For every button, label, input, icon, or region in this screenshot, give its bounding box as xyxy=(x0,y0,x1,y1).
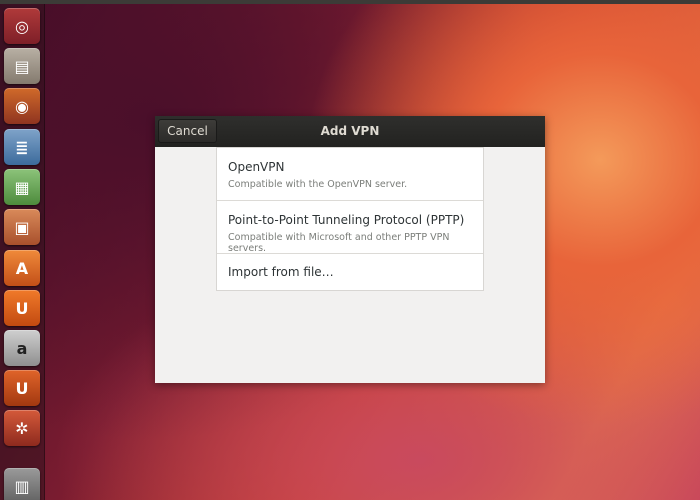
ubuntu-one-icon[interactable]: U xyxy=(4,290,40,326)
libreoffice-impress-icon[interactable]: ▣ xyxy=(4,209,40,245)
vpn-type-list: OpenVPN Compatible with the OpenVPN serv… xyxy=(216,147,484,291)
system-settings-icon[interactable]: ✲ xyxy=(4,410,40,446)
vpn-option-import-file[interactable]: Import from file… xyxy=(217,254,483,290)
launcher: ◎ ▤ ◉ ≣ ▦ ▣ A U a U ✲ ▥ xyxy=(0,4,45,500)
software-center-icon[interactable]: A xyxy=(4,250,40,286)
dialog-title: Add VPN xyxy=(320,124,380,138)
dialog-headerbar: Cancel Add VPN xyxy=(155,116,545,147)
option-title: Import from file… xyxy=(228,265,334,279)
add-vpn-dialog: Cancel Add VPN OpenVPN Compatible with t… xyxy=(155,116,545,383)
files-icon[interactable]: ▤ xyxy=(4,48,40,84)
desktop: ◎ ▤ ◉ ≣ ▦ ▣ A U a U ✲ ▥ Cancel Add VPN O… xyxy=(0,0,700,500)
ubuntu-dash-icon[interactable]: ◎ xyxy=(4,8,40,44)
option-title: Point-to-Point Tunneling Protocol (PPTP) xyxy=(228,213,465,227)
firefox-icon[interactable]: ◉ xyxy=(4,88,40,124)
libreoffice-calc-icon[interactable]: ▦ xyxy=(4,169,40,205)
top-panel xyxy=(0,0,700,4)
vpn-option-pptp[interactable]: Point-to-Point Tunneling Protocol (PPTP)… xyxy=(217,201,483,254)
ubuntu-one-music-icon[interactable]: U xyxy=(4,370,40,406)
option-subtitle: Compatible with Microsoft and other PPTP… xyxy=(228,232,450,254)
libreoffice-writer-icon[interactable]: ≣ xyxy=(4,129,40,165)
amazon-icon[interactable]: a xyxy=(4,330,40,366)
trash-icon[interactable]: ▥ xyxy=(4,468,40,500)
vpn-option-openvpn[interactable]: OpenVPN Compatible with the OpenVPN serv… xyxy=(217,148,483,201)
option-title: OpenVPN xyxy=(228,160,285,174)
option-subtitle: Compatible with the OpenVPN server. xyxy=(228,179,408,190)
